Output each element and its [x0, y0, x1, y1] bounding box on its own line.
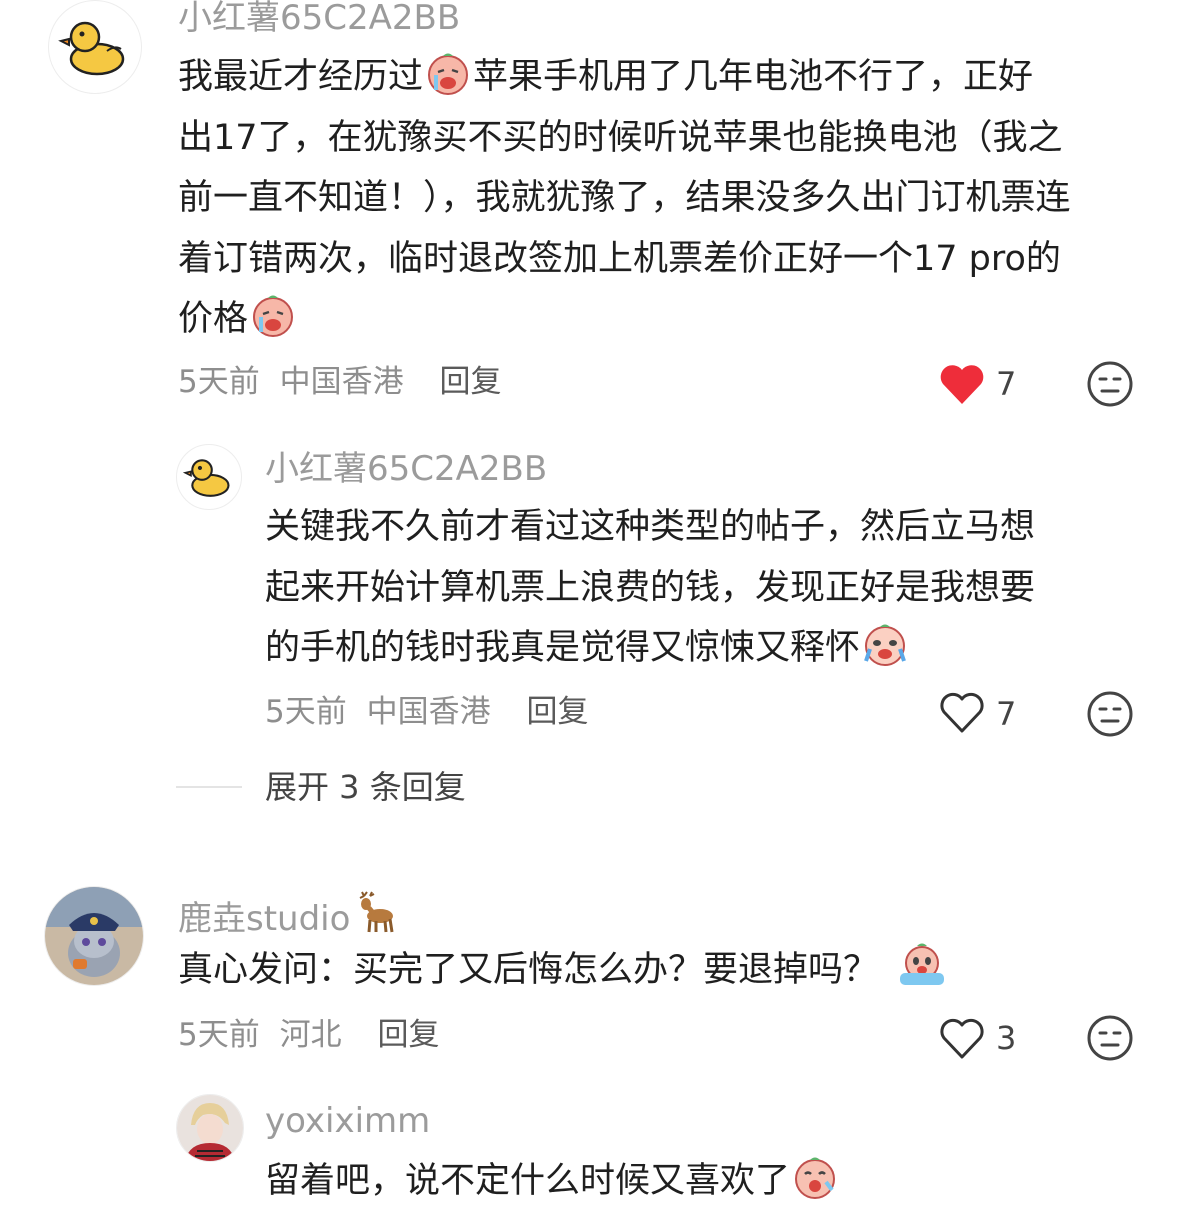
expand-replies-button[interactable]: 展开 3 条回复: [265, 767, 466, 807]
timestamp: 5天前: [178, 364, 260, 400]
comment-text: 真心发问：买完了又后悔怎么办？要退掉吗？: [178, 940, 950, 1001]
comment-meta: 5天前 中国香港 回复: [265, 692, 588, 732]
location: 中国香港: [279, 364, 404, 400]
avatar[interactable]: [48, 0, 142, 94]
comment-line: 苹果手机用了几年电池不行了，正好: [473, 57, 1034, 97]
location: 中国香港: [366, 694, 491, 730]
comment-meta: 5天前 中国香港 回复: [178, 362, 501, 402]
heart-outline-icon[interactable]: [938, 1016, 986, 1060]
sobbing-emoji-icon: [900, 943, 945, 985]
comment-line: 出17了，在犹豫买不买的时候听说苹果也能换电池（我之: [178, 117, 1063, 158]
timestamp: 5天前: [265, 694, 347, 730]
sad-emoji-icon: [795, 1157, 836, 1199]
comment-line: 着订错两次，临时退改签加上机票差价正好一个17 pro的: [178, 238, 1061, 279]
reply-button[interactable]: 回复: [526, 694, 588, 730]
crying-emoji-icon: [253, 295, 294, 337]
like-count: 7: [996, 695, 1017, 733]
like-count: 7: [996, 365, 1017, 403]
location: 河北: [279, 1017, 342, 1053]
reply-button[interactable]: 回复: [439, 364, 501, 400]
deer-icon: [359, 891, 394, 933]
comment-line: 真心发问：买完了又后悔怎么办？要退掉吗？: [178, 950, 879, 990]
timestamp: 5天前: [178, 1017, 260, 1053]
comment-text: 关键我不久前才看过这种类型的帖子，然后立马想 起来开始计算机票上浪费的钱，发现正…: [265, 497, 1035, 679]
bunny-cop-avatar-icon: [45, 887, 143, 985]
username[interactable]: 鹿垚studio: [178, 890, 400, 939]
crying-emoji-icon: [428, 53, 469, 95]
face-emoji-react-icon[interactable]: [1086, 690, 1134, 738]
avatar[interactable]: [176, 444, 242, 510]
heart-filled-icon[interactable]: [938, 362, 986, 406]
tearful-emoji-icon: [864, 624, 906, 666]
person-avatar-icon: [177, 1095, 243, 1161]
face-emoji-react-icon[interactable]: [1086, 360, 1134, 408]
heart-outline-icon[interactable]: [938, 690, 986, 734]
comment-text: 留着吧，说不定什么时候又喜欢了: [265, 1151, 840, 1212]
comment-text: 我最近才经历过 苹果手机用了几年电池不行了，正好 出17了，在犹豫买不买的时候听说…: [178, 47, 1071, 350]
username[interactable]: 小红薯65C2A2BB: [265, 449, 547, 489]
face-emoji-react-icon[interactable]: [1086, 1014, 1134, 1062]
username[interactable]: yoxiximm: [265, 1101, 430, 1141]
duck-avatar-icon: [182, 459, 230, 497]
like-count: 3: [996, 1019, 1017, 1057]
comment-line: 起来开始计算机票上浪费的钱，发现正好是我想要: [265, 567, 1036, 608]
expand-divider: [176, 786, 242, 788]
avatar[interactable]: [176, 1094, 244, 1162]
comment-line: 前一直不知道！），我就犹豫了，结果没多久出门订机票连: [178, 178, 1071, 218]
comment-line: 留着吧，说不定什么时候又喜欢了: [265, 1161, 791, 1201]
username-text: 鹿垚studio: [178, 899, 351, 939]
reply-button[interactable]: 回复: [377, 1017, 439, 1053]
comment-line: 关键我不久前才看过这种类型的帖子，然后立马想: [265, 507, 1036, 547]
comment-line: 的手机的钱时我真是觉得又惊悚又释怀: [265, 628, 861, 668]
duck-avatar-icon: [58, 21, 125, 76]
comment-meta: 5天前 河北 回复: [178, 1015, 439, 1055]
comment-line: 我最近才经历过: [178, 57, 424, 97]
username[interactable]: 小红薯65C2A2BB: [178, 0, 460, 38]
comment-line: 价格: [178, 299, 249, 339]
avatar[interactable]: [44, 886, 144, 986]
